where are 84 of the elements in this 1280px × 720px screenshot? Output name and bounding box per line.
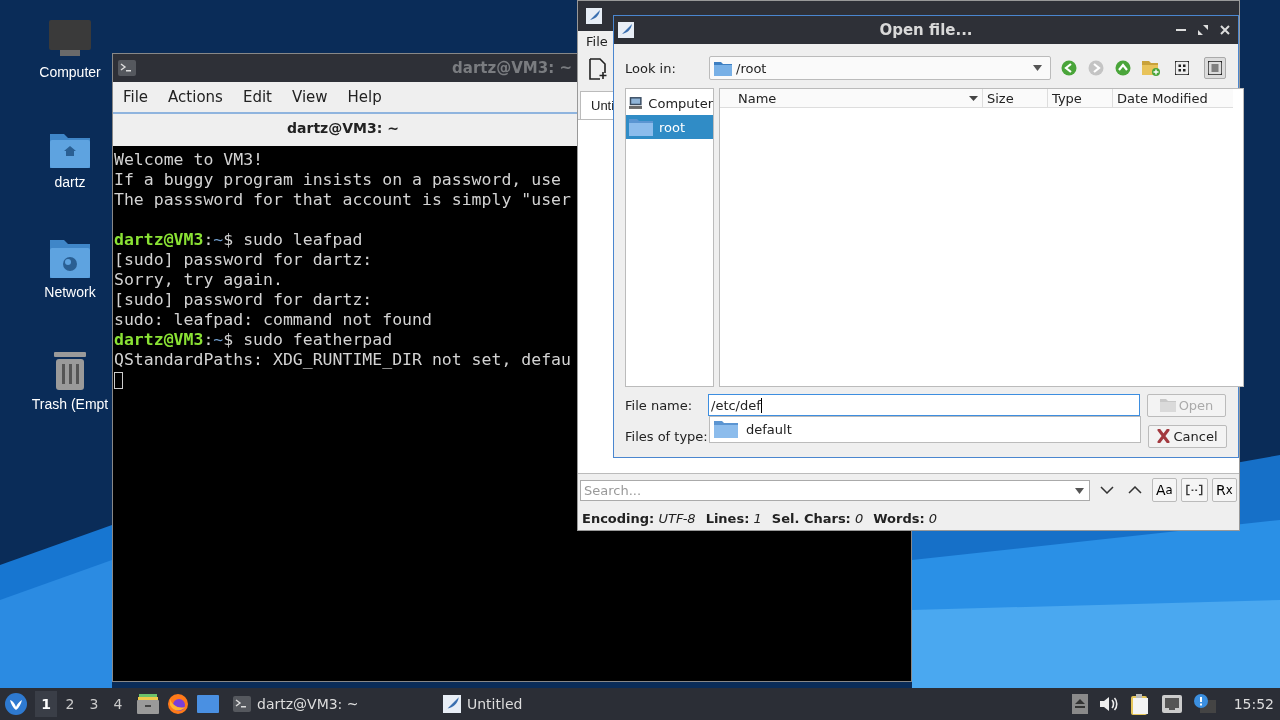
menu-item[interactable]: File xyxy=(586,33,608,49)
task-button[interactable]: Untitled xyxy=(437,690,639,718)
chevron-down-icon xyxy=(1099,486,1114,494)
status-item: Lines: 1 xyxy=(705,510,762,526)
list-icon xyxy=(1208,61,1222,75)
terminal-tab[interactable]: dartz@VM3: ~ xyxy=(113,120,573,136)
menu-item[interactable]: File xyxy=(115,86,157,108)
look-in-label: Look in: xyxy=(625,60,677,76)
file-name-field[interactable]: /etc/def xyxy=(708,394,1140,416)
cancel-button[interactable]: Cancel xyxy=(1148,424,1227,448)
desktop-icon-label: Computer xyxy=(39,64,101,80)
desktop-icon-label: Trash (Empt xyxy=(31,396,109,412)
folder-icon xyxy=(1159,398,1176,412)
window-title: dartz@VM3: ~ xyxy=(452,59,572,77)
computer-icon[interactable] xyxy=(48,20,92,58)
workspace-button[interactable]: 4 xyxy=(107,691,129,717)
text-cursor xyxy=(114,372,123,389)
terminal-line: dartz@VM3:~$ sudo featherpad xyxy=(114,330,394,350)
cross-icon xyxy=(1157,429,1171,443)
status-item: Words: 0 xyxy=(873,510,938,526)
terminal-line: sudo: leafpad: command not found xyxy=(114,310,433,330)
dropdown-arrow-icon[interactable] xyxy=(1075,487,1085,494)
terminal-line: [sudo] password for dartz: xyxy=(114,290,374,310)
terminal-line: If a buggy program insists on a password, use xyxy=(114,170,563,190)
volume-icon[interactable] xyxy=(1099,696,1118,712)
terminal-line: [sudo] password for dartz: xyxy=(114,250,374,270)
start-menu-icon[interactable] xyxy=(5,693,27,715)
column-header[interactable]: Size xyxy=(983,89,1048,107)
look-in-dropdown[interactable]: /root xyxy=(709,56,1051,80)
chevron-up-icon xyxy=(1128,486,1143,494)
status-item: Encoding: UTF-8 xyxy=(582,510,696,526)
task-button[interactable]: dartz@VM3: ~ xyxy=(227,690,429,718)
workspace-button[interactable]: 2 xyxy=(59,691,81,717)
brackets-icon xyxy=(1186,484,1203,496)
detail-view-button[interactable] xyxy=(1204,57,1226,79)
ethernet-icon[interactable] xyxy=(1161,695,1182,713)
terminal-icon xyxy=(233,696,251,712)
menu-item[interactable]: Help xyxy=(339,86,390,108)
eject-icon[interactable] xyxy=(1071,694,1088,714)
file-name-label: File name: xyxy=(625,397,694,413)
terminal-line: QStandardPaths: XDG_RUNTIME_DIR not set, defau xyxy=(114,350,572,370)
browser-icon[interactable] xyxy=(167,693,189,715)
column-header[interactable]: Type xyxy=(1048,89,1113,107)
column-header[interactable]: Date Modified xyxy=(1113,89,1233,107)
status-item: Sel. Chars: 0 xyxy=(771,510,864,526)
grid-icon xyxy=(1175,61,1189,75)
menu-item[interactable]: Actions xyxy=(160,86,231,108)
sidebar-item[interactable]: Computer xyxy=(626,91,713,115)
folder-icon xyxy=(714,60,732,76)
feather-icon xyxy=(586,8,602,24)
document-tab[interactable]: Unti xyxy=(580,91,613,119)
files-of-type-label: Files of type: xyxy=(625,428,709,444)
dropdown-arrow-icon xyxy=(1033,65,1042,71)
desktop-icon-label: Network xyxy=(44,284,96,300)
menu-item[interactable]: View xyxy=(283,86,336,108)
computer-icon xyxy=(629,95,643,111)
close-icon[interactable] xyxy=(1220,25,1230,35)
feather-icon xyxy=(443,695,461,713)
terminal-line: Sorry, try again. xyxy=(114,270,284,290)
file-cabinet-icon[interactable] xyxy=(137,694,159,714)
whole-word-button[interactable] xyxy=(1181,478,1208,502)
folder-icon xyxy=(629,118,653,136)
maximize-icon[interactable] xyxy=(1198,25,1208,35)
terminal-line: Welcome to VM3! xyxy=(114,150,264,170)
workspace-button[interactable]: 3 xyxy=(83,691,105,717)
window-title: Open file... xyxy=(879,21,973,39)
terminal-icon xyxy=(118,60,136,76)
column-header[interactable]: Name xyxy=(720,89,983,107)
notification-icon[interactable] xyxy=(1193,694,1216,714)
sidebar-item[interactable]: root xyxy=(626,115,713,139)
menu-item[interactable]: Edit xyxy=(234,86,280,108)
new-file-icon[interactable] xyxy=(588,58,608,80)
search-field[interactable]: Search... xyxy=(580,479,1091,501)
trash-icon[interactable] xyxy=(52,350,88,390)
clock: 15:52 xyxy=(1233,696,1274,712)
new-folder-icon[interactable] xyxy=(1142,60,1160,76)
completion-item[interactable]: default xyxy=(710,417,1140,441)
folder-icon xyxy=(714,420,738,438)
clipboard-icon[interactable] xyxy=(1129,693,1150,715)
desktop-icon-label: dartz xyxy=(54,174,86,190)
feather-icon xyxy=(618,22,634,38)
workspace-button[interactable]: 1 xyxy=(35,691,57,717)
terminal-line: dartz@VM3:~$ sudo leafpad xyxy=(114,230,364,250)
terminal-line: The passsword for that account is simply "user xyxy=(114,190,572,210)
